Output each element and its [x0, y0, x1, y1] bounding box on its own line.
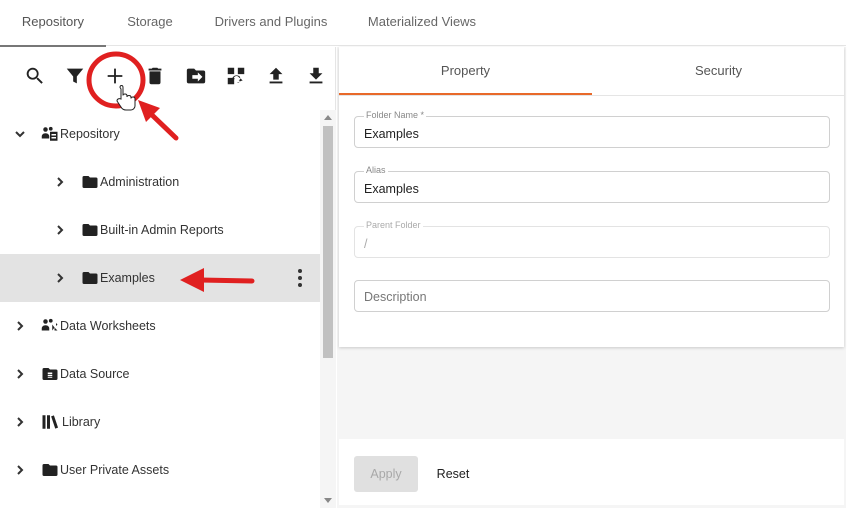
folder-icon — [81, 269, 99, 287]
upload-icon — [265, 65, 287, 92]
replace-button[interactable] — [223, 65, 249, 91]
delete-button[interactable] — [142, 65, 168, 91]
tree-label-library: Library — [62, 415, 101, 429]
parent-folder-value: / — [364, 237, 368, 251]
alias-field[interactable]: Alias Examples — [354, 165, 830, 203]
tab-drivers-and-plugins[interactable]: Drivers and Plugins — [207, 0, 335, 46]
download-icon — [305, 65, 327, 92]
subtab-divider — [339, 95, 844, 96]
repository-tree: Repository Administration Built-in Admin… — [0, 110, 320, 508]
alias-value[interactable]: Examples — [364, 182, 814, 196]
repository-panel: Repository Administration Built-in Admin… — [0, 47, 336, 508]
tree-label-data-source: Data Source — [60, 367, 130, 381]
action-footer: Apply Reset — [339, 439, 844, 505]
tab-security[interactable]: Security — [592, 47, 845, 95]
folder-name-field[interactable]: Folder Name * Examples — [354, 110, 830, 148]
tree-node-data-worksheets[interactable]: Data Worksheets — [0, 302, 320, 350]
folder-name-value[interactable]: Examples — [364, 127, 814, 141]
tree-node-examples[interactable]: Examples — [0, 254, 320, 302]
tab-repository[interactable]: Repository — [0, 0, 106, 47]
tree-label-repository: Repository — [60, 127, 120, 141]
filter-button[interactable] — [62, 65, 88, 91]
tree-node-user-private-assets[interactable]: User Private Assets — [0, 446, 320, 494]
chevron-down-icon[interactable] — [13, 127, 27, 141]
move-button[interactable] — [183, 65, 209, 91]
tree-node-administration[interactable]: Administration — [0, 158, 320, 206]
tree-node-library[interactable]: Library — [0, 398, 320, 446]
replace-icon — [225, 65, 247, 92]
search-button[interactable] — [22, 65, 48, 91]
parent-folder-label: Parent Folder — [364, 220, 423, 230]
tree-scrollbar[interactable] — [320, 110, 336, 508]
folder-icon — [41, 461, 59, 479]
data-source-icon — [41, 365, 59, 383]
chevron-right-icon[interactable] — [13, 415, 27, 429]
scroll-up-icon[interactable] — [324, 115, 332, 120]
tree-label-user-private-assets: User Private Assets — [60, 463, 170, 477]
scroll-thumb[interactable] — [323, 126, 333, 358]
tree-label-data-worksheets: Data Worksheets — [60, 319, 156, 333]
scroll-down-icon[interactable] — [324, 498, 332, 503]
repository-toolbar — [0, 47, 336, 109]
description-field[interactable]: Description — [354, 280, 830, 312]
tab-materialized-views[interactable]: Materialized Views — [359, 0, 485, 46]
tree-node-repository[interactable]: Repository — [0, 110, 320, 158]
move-icon — [185, 65, 207, 92]
alias-label: Alias — [364, 165, 388, 175]
tree-node-builtin-admin-reports[interactable]: Built-in Admin Reports — [0, 206, 320, 254]
more-vert-icon[interactable] — [290, 266, 310, 290]
library-icon — [41, 413, 59, 431]
add-icon — [104, 65, 126, 92]
tab-property[interactable]: Property — [339, 47, 592, 95]
folder-name-label: Folder Name * — [364, 110, 427, 120]
delete-icon — [144, 65, 166, 92]
chevron-right-icon[interactable] — [53, 223, 67, 237]
property-card: Property Security Folder Name * Examples… — [339, 47, 844, 347]
description-placeholder[interactable]: Description — [364, 290, 427, 304]
property-panel: Property Security Folder Name * Examples… — [337, 47, 846, 508]
download-button[interactable] — [303, 65, 329, 91]
chevron-right-icon[interactable] — [13, 367, 27, 381]
filter-icon — [64, 65, 86, 92]
add-folder-button[interactable] — [102, 65, 128, 91]
tab-storage[interactable]: Storage — [114, 0, 186, 46]
search-icon — [24, 65, 46, 92]
reset-button[interactable]: Reset — [431, 456, 475, 492]
chevron-right-icon[interactable] — [13, 319, 27, 333]
tree-label-examples: Examples — [100, 271, 155, 285]
upload-button[interactable] — [263, 65, 289, 91]
tree-label-administration: Administration — [100, 175, 180, 189]
folder-icon — [81, 221, 99, 239]
tree-node-data-source[interactable]: Data Source — [0, 350, 320, 398]
apply-button[interactable]: Apply — [354, 456, 418, 492]
folder-icon — [81, 173, 99, 191]
parent-folder-field: Parent Folder / — [354, 220, 830, 258]
top-tab-bar: Repository Storage Drivers and Plugins M… — [0, 0, 846, 47]
chevron-right-icon[interactable] — [53, 271, 67, 285]
tree-label-builtin-admin-reports: Built-in Admin Reports — [100, 223, 224, 237]
chevron-right-icon[interactable] — [13, 463, 27, 477]
worksheets-icon — [41, 317, 59, 335]
repository-icon — [41, 125, 59, 143]
chevron-right-icon[interactable] — [53, 175, 67, 189]
